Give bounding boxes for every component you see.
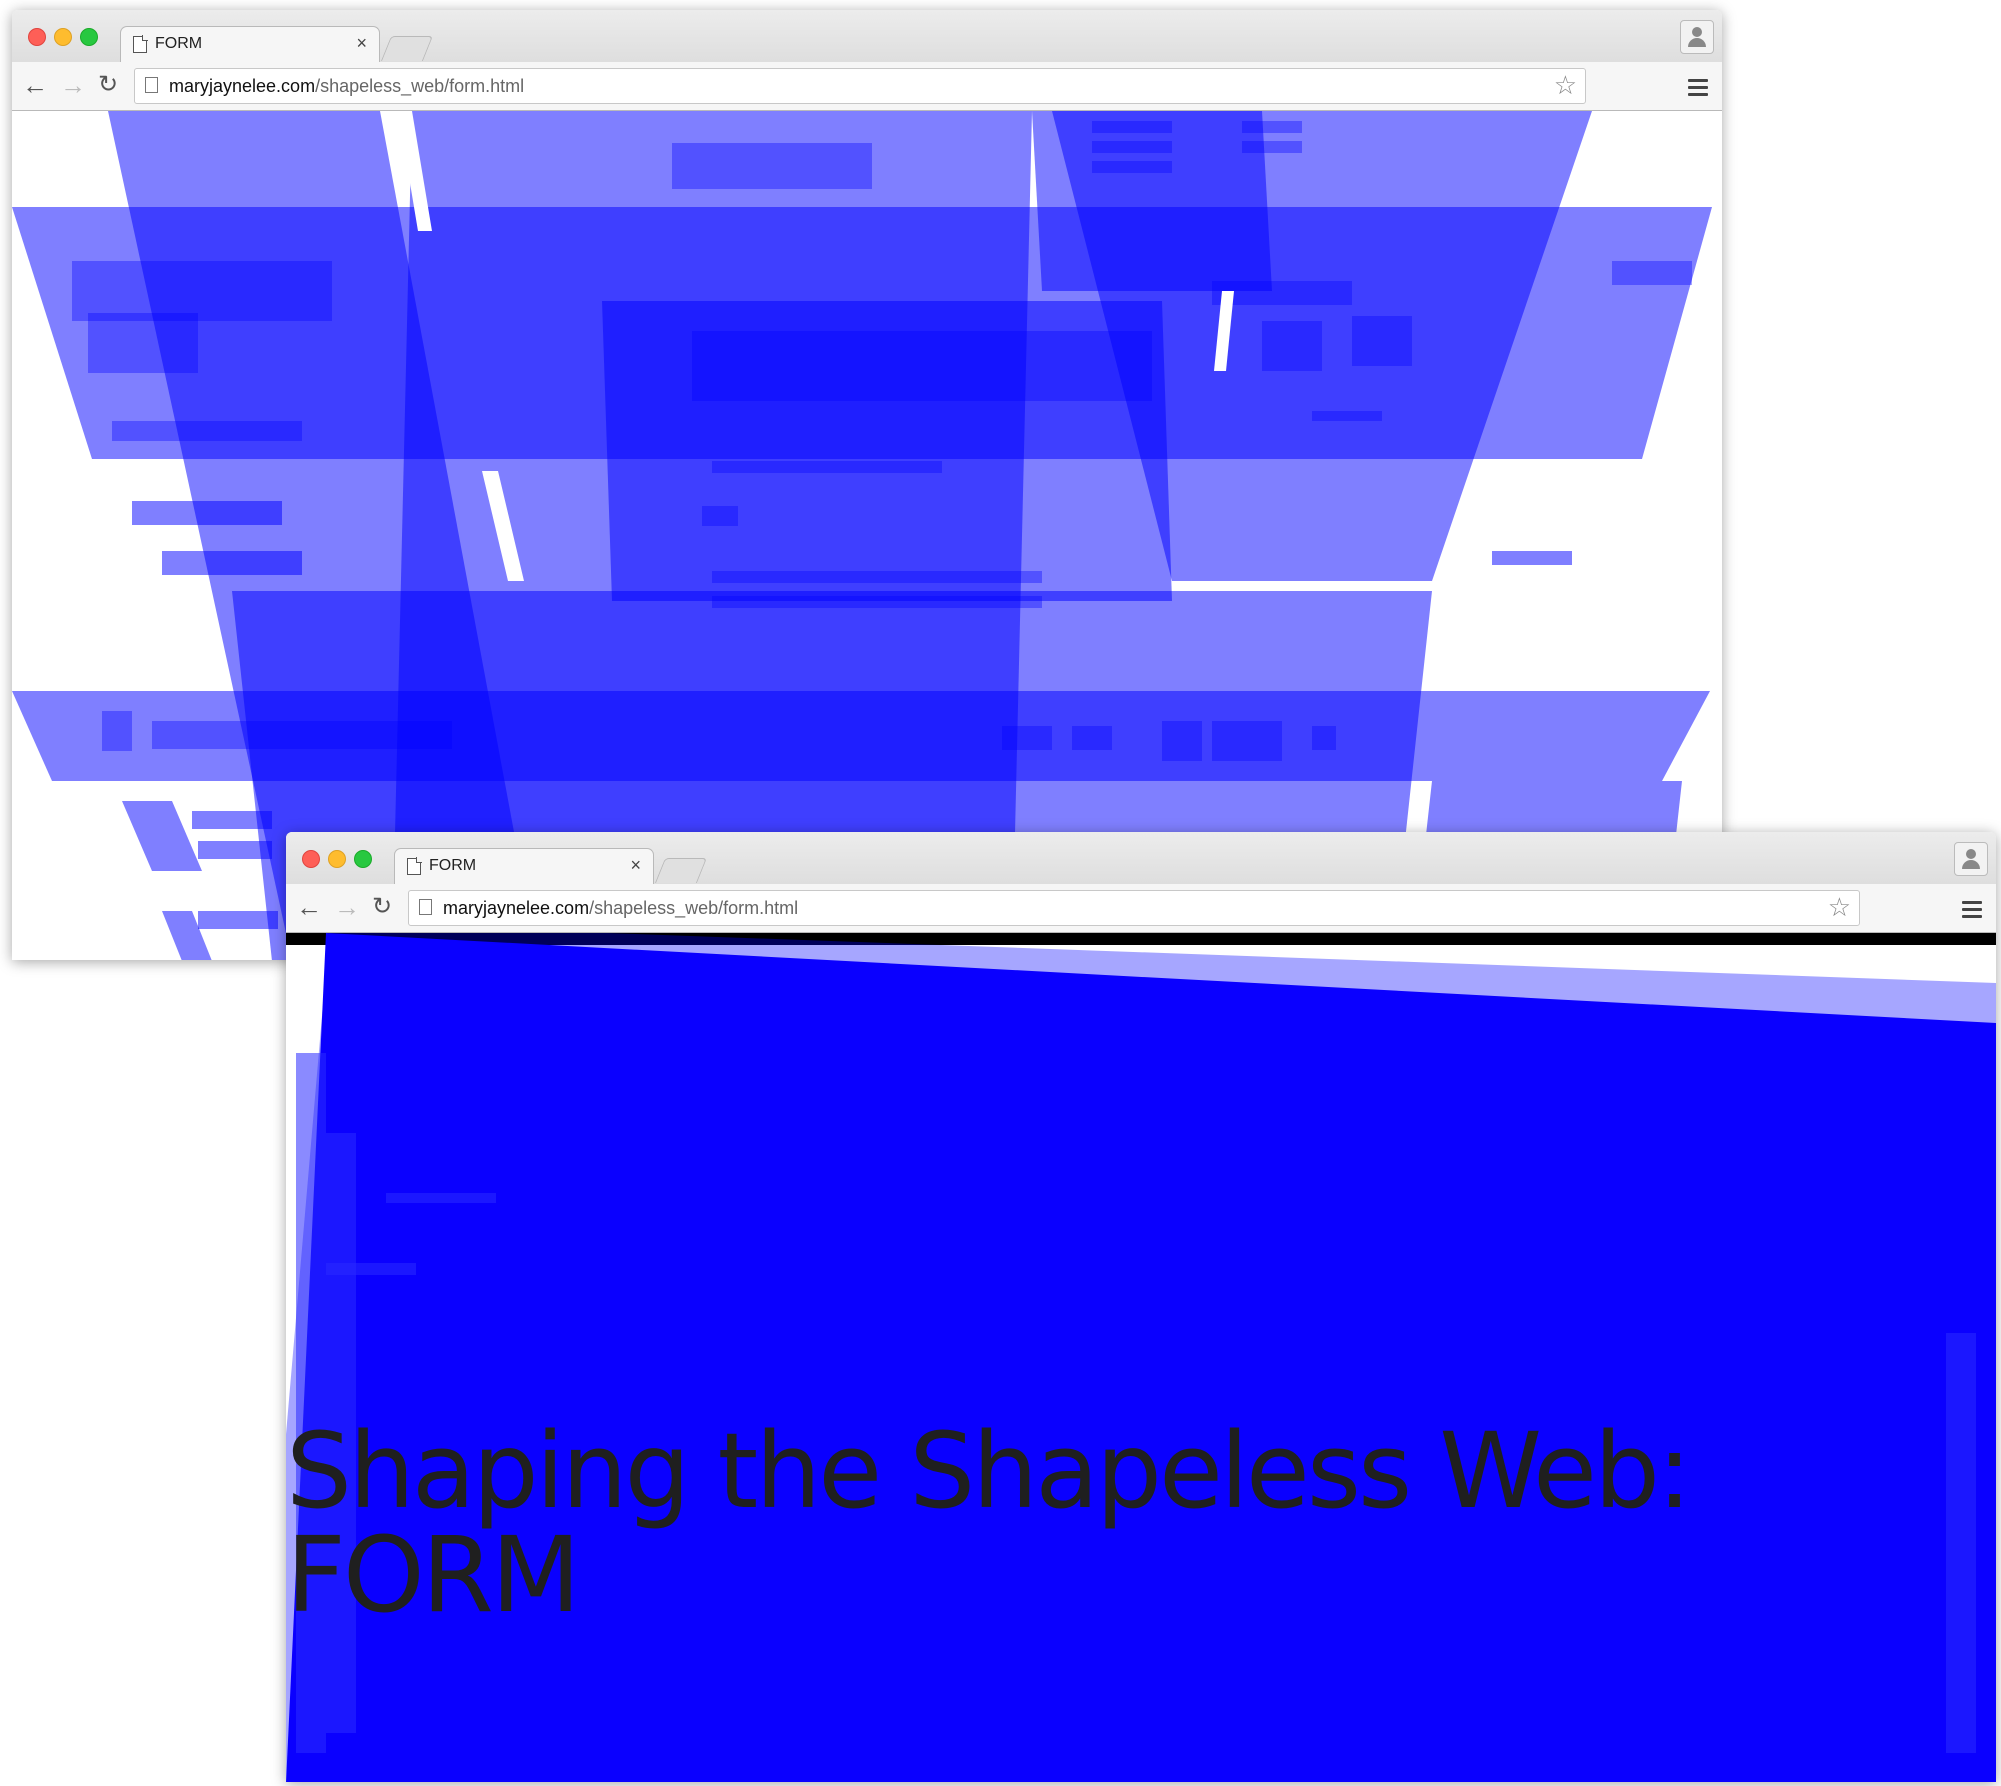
new-tab-button[interactable]	[654, 858, 708, 883]
browser-window-back: FORM × ← → ↻ maryjaynelee.com/shapeless_…	[12, 10, 1722, 960]
visual-block	[692, 331, 1152, 401]
tab-bar: FORM ×	[286, 832, 1996, 885]
hamburger-menu-icon[interactable]	[1688, 79, 1708, 100]
visual-block	[1946, 1333, 1976, 1753]
tab-title: FORM	[155, 35, 203, 52]
person-icon	[1692, 27, 1702, 37]
back-button[interactable]: ←	[296, 892, 322, 922]
visual-block	[712, 461, 942, 473]
visual-block	[1242, 121, 1302, 133]
tab-form[interactable]: FORM ×	[120, 26, 380, 63]
url-text: maryjaynelee.com/shapeless_web/form.html	[169, 76, 525, 96]
visual-block	[1002, 726, 1052, 750]
visual-block	[1312, 411, 1382, 421]
address-bar[interactable]: maryjaynelee.com/shapeless_web/form.html…	[408, 890, 1860, 926]
close-tab-icon[interactable]: ×	[356, 33, 367, 54]
visual-block	[162, 551, 302, 575]
visual-block	[1212, 721, 1252, 761]
visual-block	[712, 571, 1042, 583]
visual-block	[1072, 726, 1112, 750]
visual-block	[296, 1053, 326, 1753]
document-icon	[133, 35, 148, 53]
close-window-button[interactable]	[302, 850, 320, 868]
tilted-blue-panel	[286, 933, 1996, 1782]
toolbar: ← → ↻ maryjaynelee.com/shapeless_web/for…	[12, 62, 1722, 111]
maximize-window-button[interactable]	[354, 850, 372, 868]
visual-block	[1252, 721, 1282, 761]
visual-block	[1262, 321, 1322, 371]
minimize-window-button[interactable]	[54, 28, 72, 46]
blue-panel	[286, 933, 1996, 1782]
close-tab-icon[interactable]: ×	[630, 855, 641, 876]
forward-button[interactable]: →	[334, 892, 360, 922]
forward-button[interactable]: →	[60, 70, 86, 100]
visual-block	[1352, 316, 1412, 366]
visual-block	[198, 841, 272, 859]
visual-block	[152, 721, 452, 749]
url-text: maryjaynelee.com/shapeless_web/form.html	[443, 898, 799, 918]
visual-block	[702, 506, 738, 526]
hamburger-menu-icon[interactable]	[1962, 901, 1982, 922]
visual-block	[112, 421, 302, 441]
visual-block	[122, 801, 202, 871]
tab-form[interactable]: FORM ×	[394, 848, 654, 885]
visual-block	[1492, 551, 1572, 565]
maximize-window-button[interactable]	[80, 28, 98, 46]
profile-button[interactable]	[1680, 20, 1714, 54]
visual-block	[1092, 141, 1172, 153]
page-icon	[145, 77, 158, 93]
visual-block	[1612, 261, 1692, 285]
tab-title: FORM	[429, 857, 477, 874]
visual-block	[1162, 721, 1202, 761]
visual-block	[1092, 121, 1172, 133]
document-icon	[407, 857, 422, 875]
minimize-window-button[interactable]	[328, 850, 346, 868]
headline-line-1: Shaping the Shapeless Web:	[286, 1410, 1692, 1532]
visual-block	[1092, 161, 1172, 173]
profile-button[interactable]	[1954, 842, 1988, 876]
visual-block	[672, 143, 872, 189]
reload-button[interactable]: ↻	[372, 892, 392, 922]
visual-block	[132, 501, 282, 525]
address-bar[interactable]: maryjaynelee.com/shapeless_web/form.html…	[134, 68, 1586, 104]
page-headline: Shaping the Shapeless Web: FORM	[286, 1419, 1786, 1627]
browser-window-front: FORM × ← → ↻ maryjaynelee.com/shapeless_…	[286, 832, 1996, 1782]
new-tab-button[interactable]	[380, 36, 434, 61]
visual-block	[326, 1263, 416, 1275]
close-window-button[interactable]	[28, 28, 46, 46]
star-icon[interactable]: ☆	[1828, 892, 1851, 923]
page-content: Shaping the Shapeless Web: FORM	[286, 933, 1996, 1782]
visual-block	[712, 596, 1042, 608]
person-icon	[1966, 849, 1976, 859]
headline-line-2: FORM	[286, 1514, 581, 1636]
visual-block	[386, 1193, 496, 1203]
visual-block	[1032, 111, 1272, 291]
toolbar: ← → ↻ maryjaynelee.com/shapeless_web/for…	[286, 884, 1996, 933]
page-icon	[419, 899, 432, 915]
tab-bar: FORM ×	[12, 10, 1722, 63]
visual-block	[192, 811, 272, 829]
visual-block	[88, 313, 198, 373]
star-icon[interactable]: ☆	[1554, 70, 1577, 101]
visual-block	[72, 261, 332, 321]
reload-button[interactable]: ↻	[98, 70, 118, 100]
visual-block	[1242, 141, 1302, 153]
visual-block	[102, 711, 132, 751]
visual-block	[198, 911, 278, 929]
visual-block	[1312, 726, 1336, 750]
back-button[interactable]: ←	[22, 70, 48, 100]
